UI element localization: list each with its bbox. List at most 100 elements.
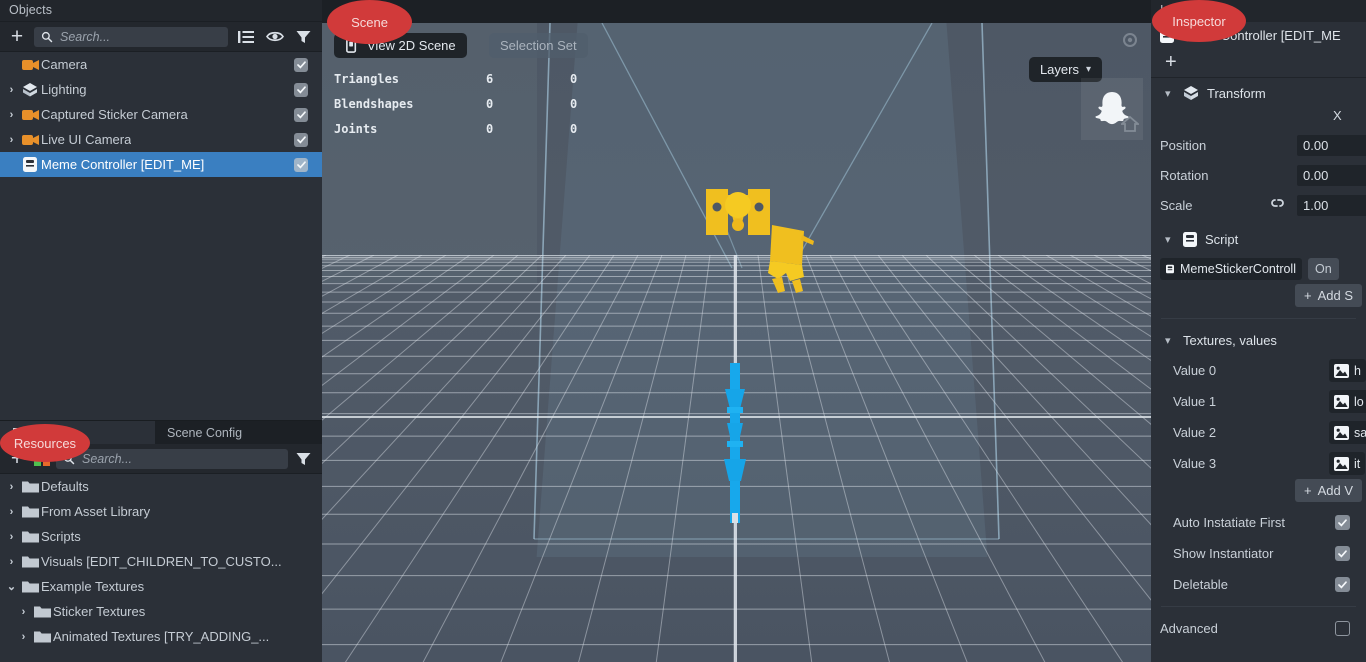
object-type-icon — [19, 109, 41, 121]
transform-x-input[interactable]: 0.00 — [1297, 134, 1366, 156]
scene-tabbar — [322, 0, 1151, 23]
asset-grid-icon[interactable] — [32, 450, 52, 467]
resource-row[interactable]: › Scripts — [0, 524, 322, 549]
chevron-down-icon[interactable]: ▾ — [1165, 233, 1175, 246]
stat-value-2: 0 — [570, 71, 578, 86]
home-icon[interactable] — [1121, 115, 1139, 133]
transform-x-input[interactable]: 1.00 — [1297, 194, 1366, 216]
scene-stats: Triangles 6 0 Blendshapes 0 0 Joints 0 0 — [334, 66, 577, 141]
objects-toolbar: + Search... — [0, 22, 322, 52]
resources-tree[interactable]: › Defaults › From Asset Library › Scripts › Vis… — [0, 474, 322, 662]
resources-tab[interactable]: Scene Config — [155, 421, 255, 444]
transform-section-header[interactable]: ▾ Transform — [1151, 78, 1366, 108]
disclosure-arrow-icon[interactable]: › — [4, 109, 19, 121]
script-event-dropdown[interactable]: On — [1308, 258, 1339, 280]
add-resource-button[interactable]: + — [6, 448, 28, 469]
object-enabled-checkbox[interactable] — [294, 82, 308, 97]
boolean-property-label: Deletable — [1173, 577, 1228, 592]
chevron-down-icon[interactable]: ▾ — [1165, 334, 1175, 347]
boolean-checkbox[interactable] — [1335, 546, 1350, 561]
settings-gear-icon[interactable] — [1121, 31, 1139, 49]
stat-value-2: 0 — [570, 121, 578, 136]
resource-label: Defaults — [41, 479, 89, 494]
object-row[interactable]: › Lighting — [0, 77, 322, 102]
stat-name: Blendshapes — [334, 96, 414, 111]
selection-gizmo[interactable] — [721, 363, 749, 523]
view-2d-scene-button[interactable]: View 2D Scene — [334, 33, 467, 58]
object-row[interactable]: › Captured Sticker Camera — [0, 102, 322, 127]
resources-tabbar[interactable]: Resources Scene Config — [0, 421, 322, 444]
script-asset-chip[interactable]: MemeStickerControll — [1160, 258, 1302, 280]
texture-asset-chip[interactable]: h — [1329, 359, 1366, 382]
check-icon — [296, 135, 306, 144]
object-type-icon — [19, 82, 41, 97]
resources-search-input[interactable]: Search... — [56, 448, 288, 469]
boolean-checkbox[interactable] — [1335, 515, 1350, 530]
object-row[interactable]: Meme Controller [EDIT_ME] — [0, 152, 322, 177]
resource-row[interactable]: › Sticker Textures — [0, 599, 322, 624]
disclosure-arrow-icon[interactable]: › — [4, 84, 19, 96]
camera-icon — [21, 134, 39, 145]
filter-icon[interactable] — [296, 30, 311, 44]
transform-x-input[interactable]: 0.00 — [1297, 164, 1366, 186]
disclosure-arrow-icon[interactable]: › — [4, 556, 19, 568]
scene-3d-view[interactable]: View 2D Scene Selection Set Triangles 6 0 B… — [322, 23, 1151, 662]
boolean-property-rows: Auto Instatiate First Show Instantiator De… — [1151, 507, 1366, 600]
object-row[interactable]: › Live UI Camera — [0, 127, 322, 152]
resource-row[interactable]: › Defaults — [0, 474, 322, 499]
scene-viewport[interactable]: View 2D Scene Selection Set Triangles 6 0 B… — [322, 0, 1151, 662]
object-row[interactable]: Camera — [0, 52, 322, 77]
boolean-checkbox[interactable] — [1335, 577, 1350, 592]
add-script-button[interactable]: + Add S — [1294, 284, 1362, 307]
objects-tree[interactable]: Camera › Lighting › Captured Sticker Camera ›… — [0, 52, 322, 420]
boolean-property-row: Deletable — [1151, 569, 1366, 600]
list-view-icon[interactable] — [238, 30, 254, 44]
disclosure-arrow-icon[interactable]: › — [16, 606, 31, 618]
lens-studio-window: Objects + Search... Camera › Lighting › … — [0, 0, 1366, 662]
selection-set-button[interactable]: Selection Set — [489, 33, 588, 58]
add-object-button[interactable]: + — [6, 26, 28, 47]
add-component-button[interactable]: + — [1165, 51, 1177, 74]
object-label: Camera — [41, 57, 88, 72]
disclosure-arrow-icon[interactable]: › — [4, 531, 19, 543]
resource-row[interactable]: › Visuals [EDIT_CHILDREN_TO_CUSTO... — [0, 549, 322, 574]
resource-label: Scripts — [41, 529, 81, 544]
resource-row[interactable]: ⌄ Example Textures — [0, 574, 322, 599]
disclosure-arrow-icon[interactable]: › — [4, 481, 19, 493]
textures-section-header[interactable]: ▾ Textures, values — [1151, 325, 1366, 355]
disclosure-arrow-icon[interactable]: ⌄ — [4, 580, 19, 593]
chevron-down-icon[interactable]: ▾ — [1165, 87, 1175, 100]
inspector-divider — [1161, 318, 1356, 319]
check-icon — [1338, 518, 1347, 527]
object-enabled-checkbox[interactable] — [294, 57, 308, 72]
column-x-label: X — [1333, 108, 1342, 123]
resource-row[interactable]: › Animated Textures [TRY_ADDING_... — [0, 624, 322, 649]
objects-toolbar-icons — [234, 30, 316, 44]
filter-icon[interactable] — [296, 452, 311, 466]
texture-asset-chip[interactable]: lo — [1329, 390, 1366, 413]
mesh-glasses-object[interactable] — [760, 221, 816, 295]
add-value-button[interactable]: + Add V — [1294, 479, 1362, 502]
disclosure-arrow-icon[interactable]: › — [16, 631, 31, 643]
object-enabled-checkbox[interactable] — [294, 132, 308, 147]
object-enabled-checkbox[interactable] — [294, 157, 308, 172]
advanced-checkbox[interactable] — [1335, 621, 1350, 636]
check-icon — [296, 85, 306, 94]
script-icon — [1183, 231, 1197, 247]
resources-tab[interactable]: Resources — [0, 421, 155, 444]
disclosure-arrow-icon[interactable]: › — [4, 506, 19, 518]
link-axes-icon[interactable] — [1269, 196, 1286, 215]
resource-label: Visuals [EDIT_CHILDREN_TO_CUSTO... — [41, 554, 282, 569]
eye-icon[interactable] — [266, 30, 284, 43]
inspector-panel: Inspector Meme Controller [EDIT_ME + ▾ T… — [1151, 0, 1366, 662]
resource-row[interactable]: › From Asset Library — [0, 499, 322, 524]
transform-property-row: Position 0.00 — [1151, 130, 1366, 160]
object-enabled-checkbox[interactable] — [294, 107, 308, 122]
disclosure-arrow-icon[interactable]: › — [4, 134, 19, 146]
script-icon — [1166, 264, 1174, 274]
objects-search-input[interactable]: Search... — [34, 26, 228, 47]
script-section-header[interactable]: ▾ Script — [1151, 224, 1366, 254]
transform-property-label: Position — [1160, 137, 1207, 153]
texture-asset-chip[interactable]: sa — [1329, 421, 1366, 444]
texture-asset-chip[interactable]: it — [1329, 452, 1366, 475]
